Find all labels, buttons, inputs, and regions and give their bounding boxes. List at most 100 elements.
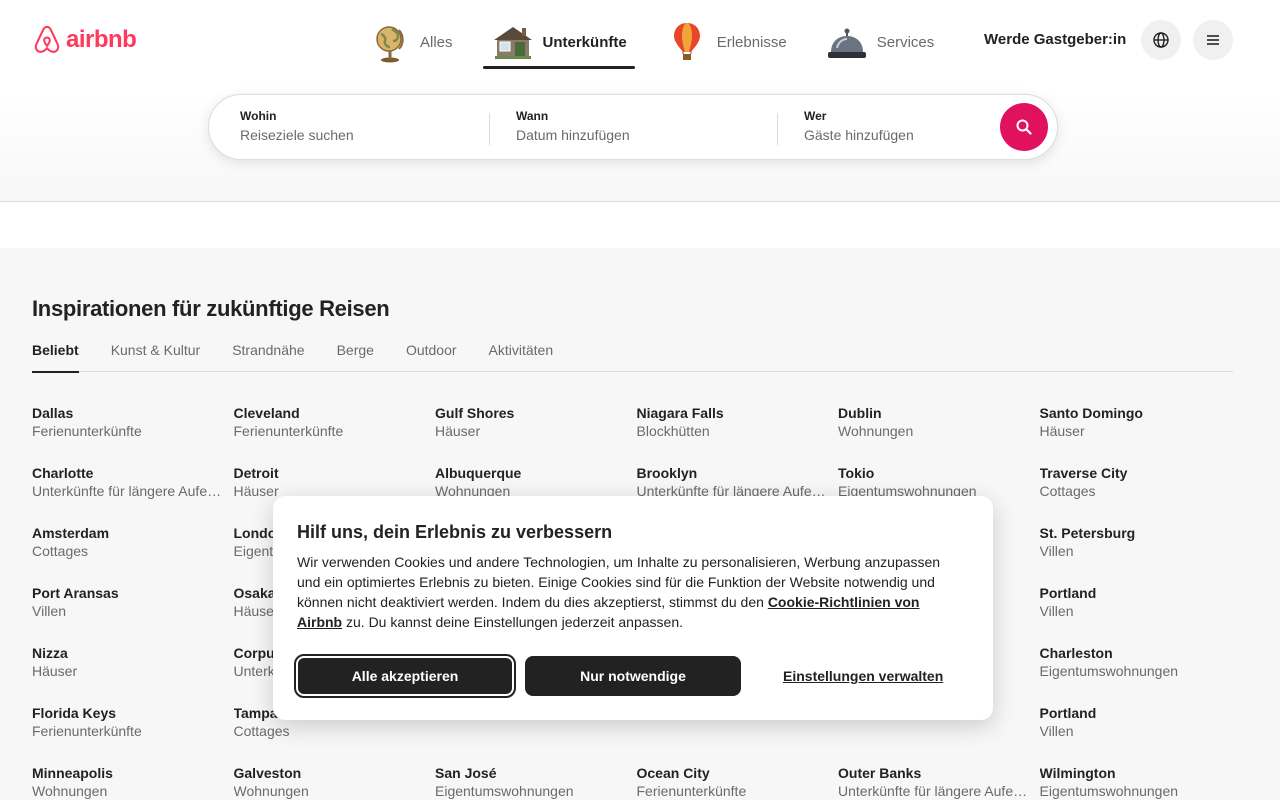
destination-type: Häuser [32, 663, 78, 679]
inspiration-tabs: Beliebt Kunst & Kultur Strandnähe Berge Outd… [32, 342, 1233, 373]
destination-city: Tokio [838, 465, 875, 481]
inspiration-tab[interactable]: Beliebt [32, 342, 79, 373]
airbnb-logo-icon [34, 25, 60, 53]
hamburger-menu-icon [1207, 35, 1219, 45]
destination-item[interactable]: Charleston Eigentumswohnungen [1040, 644, 1242, 704]
destination-type: Villen [32, 603, 66, 619]
destination-item[interactable]: Dallas Ferienunterkünfte [32, 404, 234, 464]
destination-item[interactable]: San José Eigentumswohnungen [435, 764, 637, 800]
destination-city: Portland [1039, 705, 1097, 721]
accept-all-button[interactable]: Alle akzeptieren [294, 654, 516, 698]
destination-type: Wohnungen [233, 783, 309, 799]
destination-type: Eigentumswohnungen [1039, 783, 1179, 799]
nav-erlebnisse[interactable]: Erlebnisse [657, 18, 795, 66]
destination-type: Cottages [1039, 483, 1096, 499]
destination-city: Detroit [233, 465, 279, 481]
destination-item[interactable]: Charlotte Unterkünfte für längere Aufenth… [32, 464, 234, 524]
menu-button[interactable] [1193, 20, 1233, 60]
destination-item[interactable]: Traverse City Cottages [1040, 464, 1242, 524]
destination-item[interactable]: Galveston Wohnungen [234, 764, 436, 800]
destination-type: Villen [1039, 603, 1074, 619]
destination-city: Santo Domingo [1039, 405, 1143, 421]
destination-type: Ferienunterkünfte [636, 783, 747, 799]
nav-label: Alles [420, 33, 453, 51]
destination-item[interactable]: Outer Banks Unterkünfte für längere Aufen… [838, 764, 1040, 800]
destination-city: Niagara Falls [636, 405, 724, 421]
destination-type: Eigentumswohnungen [1039, 663, 1179, 679]
where-placeholder: Reiseziele suchen [240, 127, 354, 143]
language-button[interactable] [1141, 20, 1181, 60]
inspiration-tab[interactable]: Strandnähe [232, 342, 304, 372]
inspiration-tab[interactable]: Outdoor [406, 342, 457, 372]
destination-item[interactable]: Niagara Falls Blockhütten [637, 404, 839, 464]
search-bar: Wohin Reiseziele suchen Wann Datum hinzu… [208, 94, 1058, 160]
destination-item[interactable]: Cleveland Ferienunterkünfte [234, 404, 436, 464]
destination-item[interactable]: Dublin Wohnungen [838, 404, 1040, 464]
when-placeholder: Datum hinzufügen [516, 127, 630, 143]
inspiration-tab[interactable]: Aktivitäten [489, 342, 554, 372]
destination-item[interactable]: St. Petersburg Villen [1040, 524, 1242, 584]
nav-label: Erlebnisse [716, 33, 787, 51]
house-icon [493, 27, 532, 59]
header: airbnb Alles Unterkünfte Erlebnisse Serv… [0, 0, 1280, 202]
cookie-dialog: Hilf uns, dein Erlebnis zu verbessern Wi… [273, 496, 993, 720]
destination-city: Ocean City [636, 765, 710, 781]
destination-type: Häuser [1039, 423, 1085, 439]
destination-city: Brooklyn [636, 465, 698, 481]
destination-city: Outer Banks [838, 765, 922, 781]
destination-type: Blockhütten [636, 423, 710, 439]
destination-item[interactable]: Florida Keys Ferienunterkünfte [32, 704, 234, 764]
destination-item[interactable]: Ocean City Ferienunterkünfte [637, 764, 839, 800]
destination-item[interactable]: Port Aransas Villen [32, 584, 234, 644]
nav-unterkuenfte[interactable]: Unterkünfte [482, 18, 635, 69]
nav-alles[interactable]: Alles [360, 18, 461, 66]
destination-item[interactable]: Santo Domingo Häuser [1040, 404, 1242, 464]
nav-label: Unterkünfte [542, 33, 627, 51]
destination-item[interactable]: Amsterdam Cottages [32, 524, 234, 584]
destination-item[interactable]: Nizza Häuser [32, 644, 234, 704]
airbnb-logo[interactable]: airbnb [32, 24, 137, 56]
destination-item[interactable]: Portland Villen [1040, 704, 1242, 764]
destination-city: San José [435, 765, 497, 781]
search-icon [1016, 119, 1032, 135]
cookie-title: Hilf uns, dein Erlebnis zu verbessern [297, 522, 613, 542]
destination-city: Dallas [32, 405, 74, 421]
when-field[interactable]: Wann Datum hinzufügen [516, 109, 630, 143]
destination-city: Cleveland [233, 405, 300, 421]
only-necessary-button[interactable]: Nur notwendige [525, 656, 741, 696]
globe-icon [1153, 32, 1169, 48]
destination-type: Villen [1039, 723, 1074, 739]
destination-city: Albuquerque [435, 465, 522, 481]
destination-item[interactable]: Wilmington Eigentumswohnungen [1040, 764, 1242, 800]
inspiration-tab[interactable]: Berge [337, 342, 374, 372]
inspiration-tab[interactable]: Kunst & Kultur [111, 342, 201, 372]
destination-item[interactable]: Portland Villen [1040, 584, 1242, 644]
who-field[interactable]: Wer Gäste hinzufügen [804, 109, 914, 143]
destination-city: Gulf Shores [435, 405, 515, 421]
cookie-text-after: zu. Du kannst deine Einstellungen jederz… [342, 614, 683, 630]
who-placeholder: Gäste hinzufügen [804, 127, 914, 143]
destination-city: Amsterdam [32, 525, 110, 541]
destination-item[interactable]: Gulf Shores Häuser [435, 404, 637, 464]
category-nav: Alles Unterkünfte Erlebnisse Services [360, 18, 964, 69]
search-button[interactable] [1000, 103, 1048, 151]
destination-type: Unterkünfte für längere Aufenthalte [838, 783, 1028, 799]
logo-text: airbnb [66, 26, 137, 53]
destination-type: Ferienunterkünfte [32, 723, 142, 739]
destination-item[interactable]: Minneapolis Wohnungen [32, 764, 234, 800]
destination-city: Galveston [233, 765, 302, 781]
manage-settings-link[interactable]: Einstellungen verwalten [783, 668, 943, 684]
nav-services[interactable]: Services [817, 18, 943, 66]
destination-city: Charlotte [32, 465, 94, 481]
destination-city: Port Aransas [32, 585, 119, 601]
destination-city: Dublin [838, 405, 882, 421]
search-divider [489, 113, 490, 145]
service-bell-icon [827, 28, 866, 58]
destination-city: Florida Keys [32, 705, 117, 721]
become-host-link[interactable]: Werde Gastgeber:in [984, 31, 1126, 48]
destination-city: Portland [1039, 585, 1097, 601]
where-field[interactable]: Wohin Reiseziele suchen [240, 109, 354, 143]
destination-city: Nizza [32, 645, 68, 661]
destination-city: Charleston [1039, 645, 1113, 661]
destination-city: Minneapolis [32, 765, 113, 781]
